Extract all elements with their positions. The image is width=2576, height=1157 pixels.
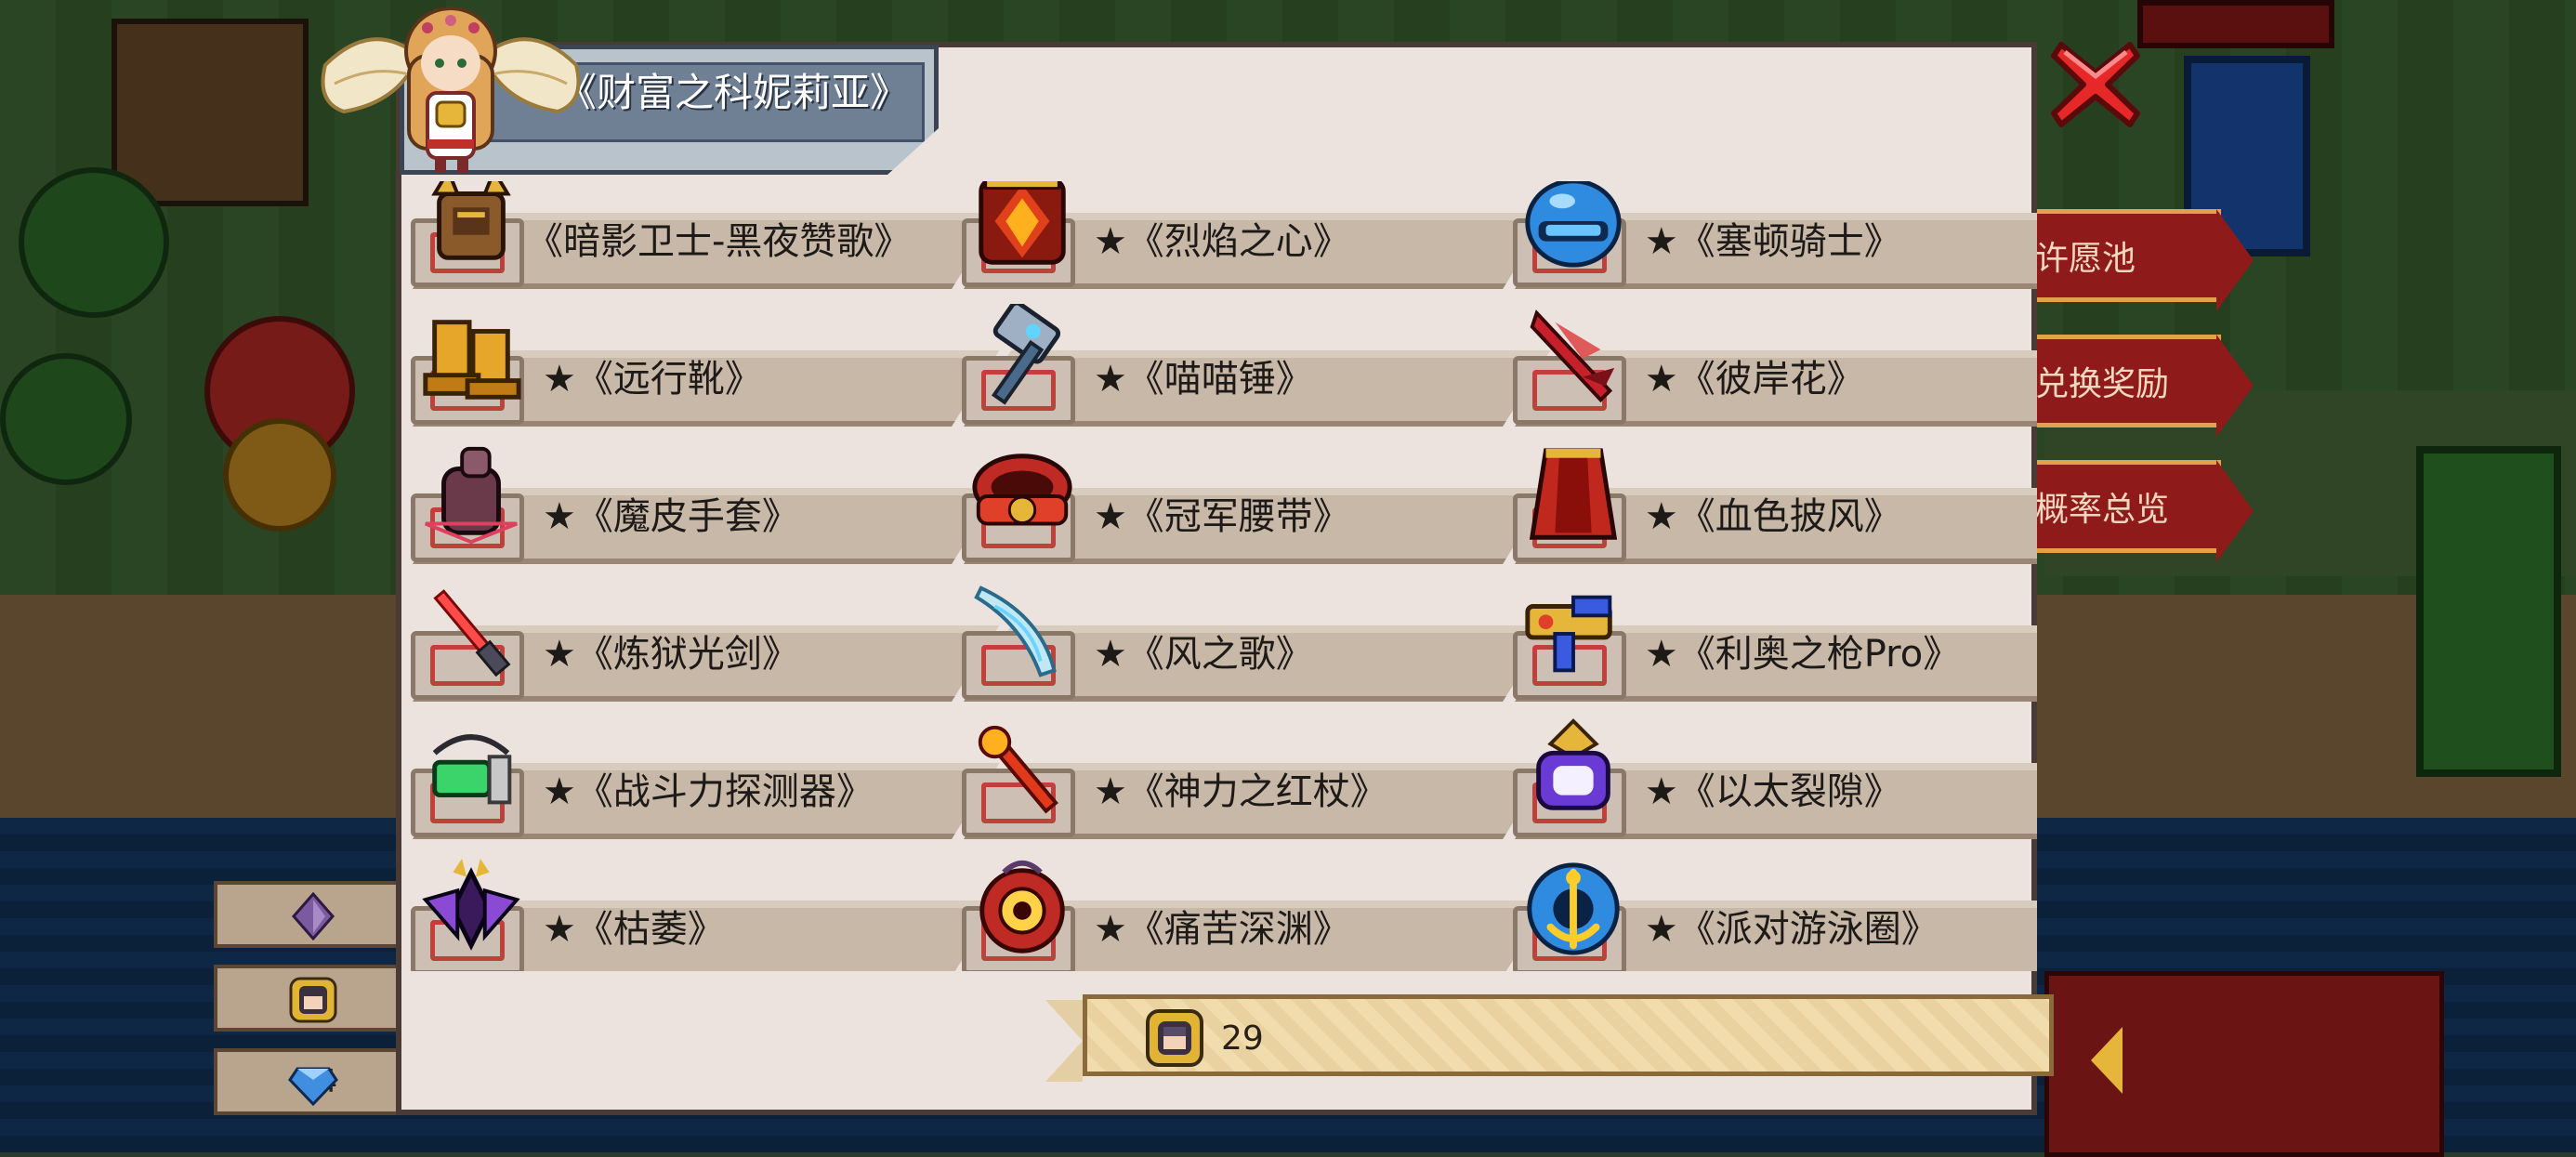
item-cell[interactable]: ★《冠军腰带》: [956, 440, 1551, 566]
panel-title: 《财富之科妮莉亚》: [558, 70, 910, 115]
divine-red-staff-icon: [978, 725, 1058, 814]
item-cell[interactable]: ★《远行靴》: [405, 302, 1000, 428]
wind-song-blade-icon: [974, 585, 1057, 677]
angel-character-portrait: [321, 7, 581, 173]
item-name: ★《炼狱光剑》: [543, 633, 799, 676]
item-name: ★《痛苦深渊》: [1093, 908, 1350, 951]
item-name: ★《塞顿骑士》: [1644, 220, 1901, 263]
item-name: ★《冠军腰带》: [1093, 495, 1350, 538]
ribbon-tail: [1045, 1000, 1083, 1082]
close-icon[interactable]: [2044, 33, 2147, 136]
item-cell[interactable]: ★《战斗力探测器》: [405, 715, 1000, 841]
item-cell[interactable]: ★《利奥之枪Pro》: [1507, 577, 2037, 703]
item-cell[interactable]: ★《血色披风》: [1507, 440, 2037, 566]
spider-lily-blade-icon: [1530, 309, 1615, 403]
item-name: ★《魔皮手套》: [543, 495, 799, 538]
item-name: 《暗影卫士-黑夜赞歌》: [526, 220, 912, 263]
ribbon-body: 29: [1083, 994, 2054, 1076]
character-coin-icon: [1146, 1009, 1203, 1067]
meow-hammer-icon: [991, 304, 1061, 405]
coin-counter-ribbon: 29: [1045, 994, 2058, 1082]
item-name: ★《烈焰之心》: [1093, 220, 1350, 263]
abyss-of-pain-icon: [979, 860, 1065, 953]
inferno-lightsaber-icon: [433, 589, 511, 677]
item-cell[interactable]: ★《派对游泳圈》: [1507, 852, 2037, 971]
shadow-guard-armor-icon: [431, 181, 511, 260]
probability-overview-button[interactable]: 概率总览: [2026, 460, 2254, 562]
ether-rift-icon: [1536, 718, 1610, 810]
coin-count: 29: [1221, 1019, 1264, 1058]
currency-row-coin: 29: [214, 965, 400, 1032]
wither-wings-icon: [422, 858, 520, 951]
redeem-rewards-label: 兑换奖励: [2035, 365, 2170, 403]
item-cell[interactable]: ★《喵喵锤》: [956, 302, 1551, 428]
item-cell[interactable]: ★《烈焰之心》: [956, 181, 1551, 291]
item-name: ★《神力之红杖》: [1093, 770, 1387, 813]
item-name: ★《派对游泳圈》: [1644, 908, 1939, 951]
item-name: ★《血色披风》: [1644, 495, 1901, 538]
character-coin-icon: [289, 977, 337, 1023]
redeem-rewards-button[interactable]: 兑换奖励: [2026, 335, 2254, 437]
blue-diamond-icon: [288, 1067, 338, 1107]
item-name: ★《枯萎》: [543, 908, 725, 951]
blood-cape-icon: [1529, 448, 1618, 540]
item-name: ★《彼岸花》: [1644, 358, 1864, 401]
demon-glove-icon: [425, 446, 518, 545]
item-name: ★《风之歌》: [1093, 633, 1313, 676]
item-cell[interactable]: ★《神力之红杖》: [956, 715, 1551, 841]
currency-row-gem: [214, 881, 400, 948]
flame-heart-icon: [979, 181, 1066, 265]
purple-gem-icon: [292, 892, 335, 940]
currency-row-diamond: 24: [214, 1048, 400, 1115]
seton-knight-helmet-icon: [1525, 181, 1622, 268]
item-name: ★《以太裂隙》: [1644, 770, 1901, 813]
item-cell[interactable]: ★《魔皮手套》: [405, 440, 1000, 566]
item-cell[interactable]: ★《炼狱光剑》: [405, 577, 1000, 703]
item-name: ★《利奥之枪Pro》: [1644, 633, 1961, 676]
item-name: ★《远行靴》: [543, 358, 762, 401]
left-arrow-icon[interactable]: [2091, 1027, 2123, 1094]
champion-belt-icon: [972, 454, 1072, 526]
item-grid: 《暗影卫士-黑夜赞歌》 ★《烈焰之心》 ★《塞顿骑士》 ★《远行靴》 ★《喵喵锤》 ★《彼…: [405, 181, 2037, 971]
wishing-pool-label: 许愿池: [2035, 240, 2136, 278]
item-cell[interactable]: ★《彼岸花》: [1507, 302, 2037, 428]
probability-overview-label: 概率总览: [2035, 491, 2170, 529]
power-scouter-icon: [432, 734, 512, 805]
wishing-pool-button[interactable]: 许愿池: [2026, 209, 2254, 311]
leo-gun-pro-icon: [1525, 595, 1612, 673]
item-cell[interactable]: ★《风之歌》: [956, 577, 1551, 703]
item-cell[interactable]: 《暗影卫士-黑夜赞歌》: [405, 181, 1000, 291]
party-swim-ring-icon: [1527, 862, 1620, 955]
travel-boots-icon: [423, 320, 521, 400]
item-cell[interactable]: ★《枯萎》: [405, 852, 1000, 971]
item-name: ★《喵喵锤》: [1093, 358, 1313, 401]
item-cell[interactable]: ★《以太裂隙》: [1507, 715, 2037, 841]
item-cell[interactable]: ★《塞顿骑士》: [1507, 181, 2037, 291]
item-name: ★《战斗力探测器》: [543, 770, 874, 813]
item-cell[interactable]: ★《痛苦深渊》: [956, 852, 1551, 971]
